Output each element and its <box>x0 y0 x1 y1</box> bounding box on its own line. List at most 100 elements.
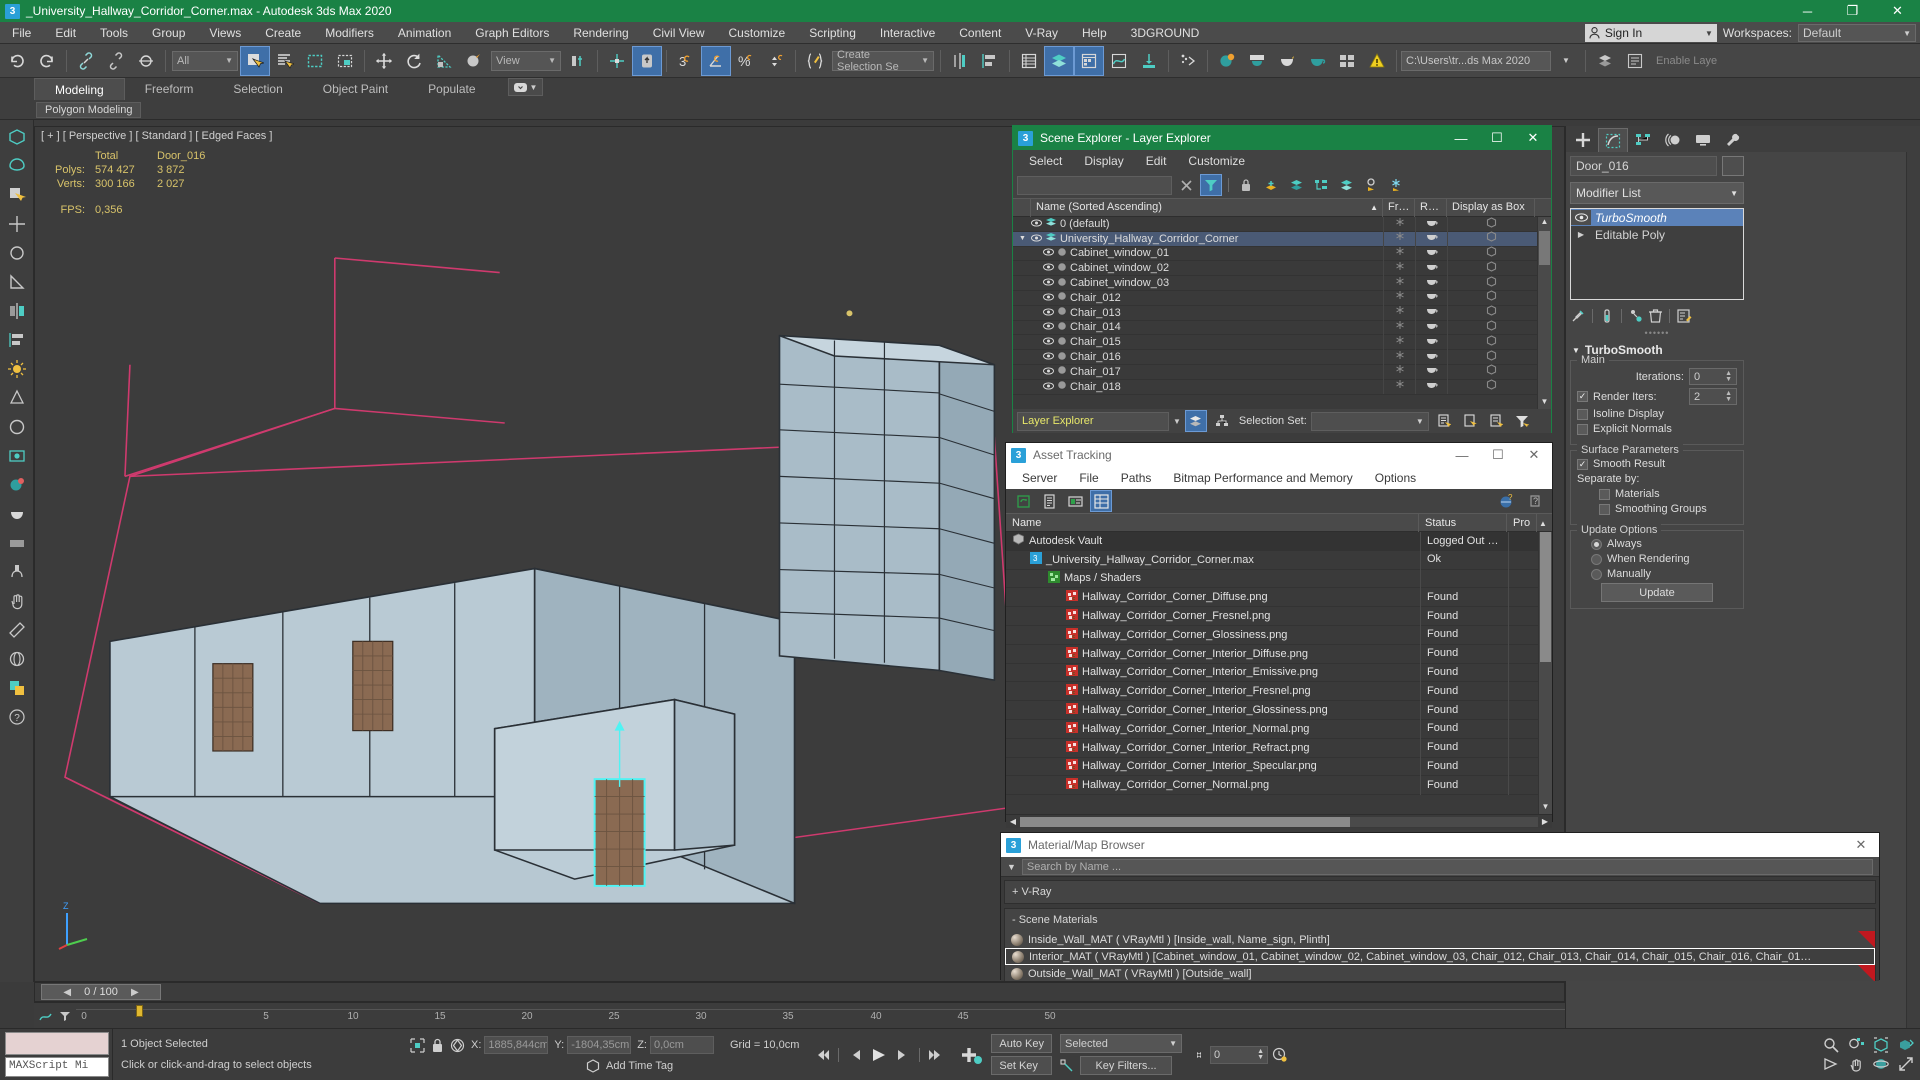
asset-tracking-row[interactable]: c Hallway_Corridor_Corner_Glossiness.png F… <box>1006 625 1552 645</box>
chevron-down-icon[interactable]: ▼ <box>1173 417 1181 426</box>
spinner-arrows-icon[interactable]: ▲ ▼ <box>1725 390 1732 403</box>
plinth-tool-icon[interactable] <box>3 529 31 557</box>
bind-to-space-warp-button[interactable] <box>131 46 161 76</box>
rectangular-selection-region-button[interactable] <box>300 46 330 76</box>
z-coordinate-field[interactable]: Z: 0,0cm <box>637 1036 714 1054</box>
edit-selection-set-icon[interactable] <box>1485 410 1507 432</box>
menu-scripting[interactable]: Scripting <box>797 22 868 44</box>
layer-explorer-toggle-button[interactable] <box>1620 46 1650 76</box>
scene-explorer-row[interactable]: Chair_017 <box>1013 364 1551 380</box>
material-item[interactable]: Outside_Wall_MAT ( VRayMtl ) [Outside_wa… <box>1005 965 1875 981</box>
renderable-cell[interactable] <box>1415 260 1447 276</box>
maximize-icon[interactable]: ❐ <box>1830 0 1875 22</box>
minimize-icon[interactable]: — <box>1443 126 1479 150</box>
explicit-normals-row[interactable]: Explicit Normals <box>1577 423 1737 435</box>
snapshot-tool-icon[interactable] <box>3 442 31 470</box>
scroll-up-icon[interactable]: ▲ <box>1538 217 1551 229</box>
at-menu-bitmap-performance[interactable]: Bitmap Performance and Memory <box>1162 467 1363 489</box>
at-menu-server[interactable]: Server <box>1011 467 1068 489</box>
workspaces-select[interactable]: Default ▼ <box>1798 24 1916 42</box>
percent-snap-toggle-button[interactable]: % <box>731 46 761 76</box>
zoom-extents-icon[interactable] <box>1873 1037 1889 1053</box>
renderable-cell[interactable] <box>1415 305 1447 321</box>
material-group-scene-materials[interactable]: - Scene Materials Inside_Wall_MAT ( VRay… <box>1004 908 1876 981</box>
se-header-name[interactable]: Name (Sorted Ascending) ▲ <box>1031 198 1383 217</box>
mirror-tool-icon[interactable] <box>3 297 31 325</box>
go-to-start-icon[interactable] <box>813 1048 830 1062</box>
configure-modifier-sets-icon[interactable] <box>1676 308 1693 324</box>
material-browser-body[interactable]: + V-Ray - Scene Materials Inside_Wall_MA… <box>1001 877 1879 981</box>
separate-materials-row[interactable]: Materials <box>1577 488 1737 500</box>
tab-create[interactable] <box>1568 128 1598 152</box>
add-selection-set-icon[interactable] <box>1433 410 1455 432</box>
menu-help[interactable]: Help <box>1070 22 1119 44</box>
play-animation-icon[interactable] <box>869 1047 889 1063</box>
display-as-box-cell[interactable] <box>1447 305 1535 321</box>
tab-modify[interactable] <box>1598 128 1628 152</box>
eye-icon[interactable] <box>1571 210 1591 225</box>
at-menu-paths[interactable]: Paths <box>1110 467 1163 489</box>
ribbon-subtab-polygon-modeling[interactable]: Polygon Modeling <box>36 101 142 118</box>
scene-explorer-row[interactable]: Cabinet_window_01 <box>1013 246 1551 262</box>
asset-tracking-row[interactable]: Maps / Shaders <box>1006 569 1552 589</box>
angle-snap-toggle-button[interactable] <box>701 45 731 76</box>
help-tool-icon[interactable]: ? <box>3 703 31 731</box>
globe-tool-icon[interactable] <box>3 645 31 673</box>
material-group-vray[interactable]: + V-Ray <box>1004 880 1876 904</box>
show-end-result-icon[interactable] <box>1599 308 1615 324</box>
freeze-cell[interactable] <box>1383 349 1415 365</box>
close-icon[interactable]: ✕ <box>1875 0 1920 22</box>
color-swatch-icon[interactable] <box>3 674 31 702</box>
spinner-snap-toggle-button[interactable] <box>761 46 791 76</box>
menu-tools[interactable]: Tools <box>88 22 140 44</box>
tab-utilities[interactable] <box>1718 128 1748 152</box>
display-as-box-cell[interactable] <box>1447 379 1535 395</box>
select-object-icon[interactable] <box>3 181 31 209</box>
scrollbar-thumb[interactable] <box>1539 231 1550 265</box>
set-key-big-icon[interactable] <box>956 1046 983 1064</box>
eye-icon[interactable] <box>1043 351 1054 363</box>
display-as-box-cell[interactable] <box>1447 217 1535 232</box>
use-pivot-point-center-button[interactable] <box>563 46 593 76</box>
select-and-rotate-button[interactable] <box>399 46 429 76</box>
time-slider[interactable]: ◀ 0 / 100 ▶ <box>34 982 1565 1002</box>
material-group-label[interactable]: - Scene Materials <box>1005 909 1875 931</box>
command-panel-scroll-strip[interactable] <box>1906 152 1920 1028</box>
z-value[interactable]: 0,0cm <box>649 1036 714 1054</box>
maxscript-input-pane[interactable]: MAXScript Mi <box>5 1057 109 1077</box>
eye-icon[interactable] <box>1043 366 1054 378</box>
eye-icon[interactable] <box>1043 307 1054 319</box>
y-coordinate-field[interactable]: Y: -1804,35cm <box>554 1036 632 1054</box>
asset-tracking-scrollbar[interactable]: ▼ <box>1538 532 1552 814</box>
pan-tool-icon[interactable] <box>3 587 31 615</box>
menu-group[interactable]: Group <box>140 22 197 44</box>
previous-frame-icon[interactable] <box>847 1048 864 1062</box>
spinner-arrows-icon[interactable]: ▲ ▼ <box>1725 370 1732 383</box>
minimize-icon[interactable]: — <box>1444 443 1480 467</box>
menu-edit[interactable]: Edit <box>43 22 88 44</box>
modifier-stack-item-turbosmooth[interactable]: TurboSmooth <box>1571 209 1743 226</box>
asset-tracking-row[interactable]: Autodesk Vault Logged Out … <box>1006 532 1552 551</box>
paint-tool-icon[interactable] <box>3 558 31 586</box>
asset-tracking-row[interactable]: c Hallway_Corridor_Corner_Interior_Normal… <box>1006 719 1552 739</box>
prev-frame-arrow[interactable]: ◀ <box>60 987 74 998</box>
material-item[interactable]: Interior_MAT ( VRayMtl ) [Cabinet_window… <box>1005 948 1875 965</box>
measure-tool-icon[interactable] <box>3 616 31 644</box>
eye-icon[interactable] <box>1031 218 1042 230</box>
select-by-name-button[interactable] <box>270 46 300 76</box>
add-to-layer-icon[interactable] <box>1285 174 1307 196</box>
unlink-selection-button[interactable] <box>101 46 131 76</box>
renderable-cell[interactable] <box>1415 379 1447 395</box>
current-key-spinner[interactable]: 0 ▲ ▼ <box>1210 1045 1269 1064</box>
se-header-display-as-box[interactable]: Display as Box <box>1447 198 1535 217</box>
menu-content[interactable]: Content <box>947 22 1013 44</box>
refresh-icon[interactable] <box>1012 490 1034 512</box>
select-and-manipulate-button[interactable] <box>632 45 662 76</box>
menu-views[interactable]: Views <box>197 22 253 44</box>
render-tool-icon[interactable] <box>3 500 31 528</box>
at-menu-file[interactable]: File <box>1068 467 1109 489</box>
minimize-icon[interactable]: ─ <box>1785 0 1830 22</box>
eye-icon[interactable] <box>1043 381 1054 393</box>
material-editor-button[interactable] <box>1212 46 1242 76</box>
scene-explorer-scrollbar[interactable]: ▲ ▼ <box>1537 217 1551 409</box>
